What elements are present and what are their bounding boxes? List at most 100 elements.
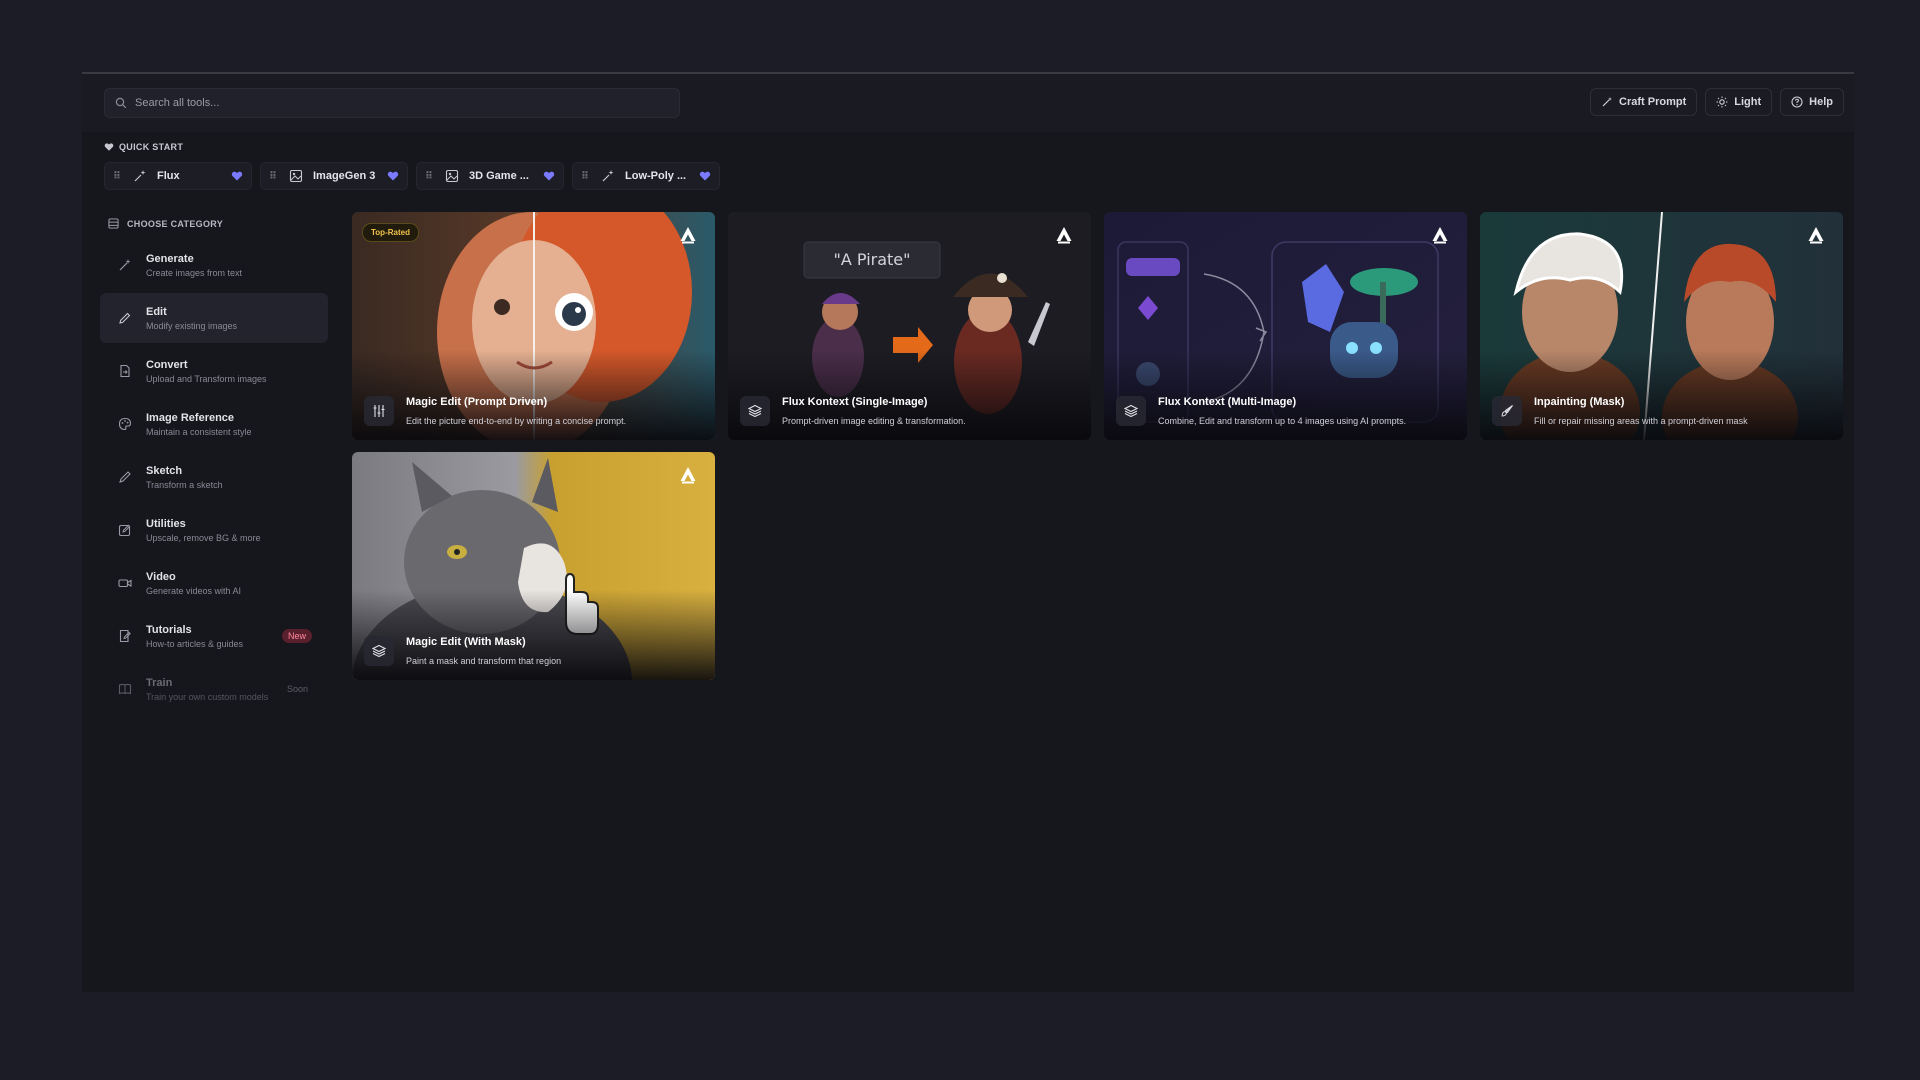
drag-handle-icon[interactable]: ⠿ xyxy=(581,171,595,182)
brand-logo-icon xyxy=(1808,227,1824,244)
soon-badge: Soon xyxy=(286,684,308,694)
light-mode-label: Light xyxy=(1734,96,1762,108)
quick-item-low-poly[interactable]: ⠿ Low-Poly ... xyxy=(572,162,720,190)
favorite-heart-icon[interactable] xyxy=(699,170,711,182)
sidebar-item-subtitle: Upload and Transform images xyxy=(146,373,267,384)
pen-icon xyxy=(119,471,131,483)
sidebar-item-image-reference[interactable]: Image Reference Maintain a consistent st… xyxy=(100,399,328,449)
sidebar-item-edit[interactable]: Edit Modify existing images xyxy=(100,293,328,343)
brand-logo-icon xyxy=(680,467,696,484)
palette-icon xyxy=(118,417,132,431)
favorite-heart-icon[interactable] xyxy=(543,170,555,182)
drag-handle-icon[interactable]: ⠿ xyxy=(425,171,439,182)
quick-item-name: ImageGen 3 xyxy=(313,170,376,182)
sidebar-item-title: Image Reference xyxy=(146,411,235,424)
sidebar-item-title: Sketch xyxy=(146,464,183,477)
quick-item-name: 3D Game ... xyxy=(469,170,529,182)
card-shade xyxy=(728,350,1091,440)
brush-icon xyxy=(1501,405,1513,417)
quick-item-imagegen3[interactable]: ⠿ ImageGen 3 xyxy=(260,162,408,190)
quick-start-heading: QUICK START xyxy=(104,142,183,152)
sidebar-item-convert[interactable]: Convert Upload and Transform images xyxy=(100,346,328,396)
card-shade xyxy=(1104,350,1467,440)
heart-icon xyxy=(104,143,114,151)
file-convert-icon xyxy=(120,364,130,378)
help-button[interactable]: Help xyxy=(1780,88,1844,116)
sliders-icon xyxy=(373,405,385,417)
sun-icon xyxy=(1716,96,1728,108)
sidebar-item-subtitle: Transform a sketch xyxy=(146,479,223,490)
sidebar-item-subtitle: Create images from text xyxy=(146,267,243,278)
sidebar-item-video[interactable]: Video Generate videos with AI xyxy=(100,558,328,608)
top-actions: Craft Prompt Light Help xyxy=(1590,88,1844,116)
layers-icon xyxy=(748,404,762,418)
sparkle-icon xyxy=(602,170,614,182)
sidebar-item-sketch[interactable]: Sketch Transform a sketch xyxy=(100,452,328,502)
card-type-icon xyxy=(364,396,394,426)
card-title: Flux Kontext (Single-Image) xyxy=(782,396,928,408)
sidebar-item-title: Generate xyxy=(146,252,194,265)
sidebar-item-subtitle: Upscale, remove BG & more xyxy=(146,532,261,543)
sidebar-item-subtitle: Maintain a consistent style xyxy=(146,426,252,437)
sidebar-item-subtitle: Modify existing images xyxy=(146,320,238,331)
tool-card-inpainting-mask[interactable]: Inpainting (Mask) Fill or repair missing… xyxy=(1480,212,1843,440)
favorite-heart-icon[interactable] xyxy=(387,170,399,182)
tool-card-flux-kontext-single[interactable]: "A Pirate" Flux Kontext (Single-Image) P… xyxy=(728,212,1091,440)
sidebar-item-train: Train Train your own custom models Soon xyxy=(100,664,328,714)
light-mode-button[interactable]: Light xyxy=(1705,88,1773,116)
card-shade xyxy=(1480,350,1843,440)
card-description: Paint a mask and transform that region xyxy=(406,656,562,666)
sidebar-item-subtitle: Train your own custom models xyxy=(146,691,269,702)
card-title: Magic Edit (With Mask) xyxy=(406,636,526,648)
card-type-icon xyxy=(1492,396,1522,426)
quick-item-name: Low-Poly ... xyxy=(625,170,687,182)
top-rated-badge: Top-Rated xyxy=(362,223,419,242)
drag-handle-icon[interactable]: ⠿ xyxy=(269,171,283,182)
quick-item-3d-game[interactable]: ⠿ 3D Game ... xyxy=(416,162,564,190)
tool-card-magic-edit-prompt[interactable]: Top-Rated Magic Edit (Prompt Driven) Edi… xyxy=(352,212,715,440)
magic-wand-icon xyxy=(119,259,131,271)
search-box[interactable] xyxy=(104,88,680,118)
edit-square-icon xyxy=(118,524,131,537)
search-input[interactable] xyxy=(135,97,655,109)
sidebar-item-tutorials[interactable]: Tutorials How-to articles & guides New xyxy=(100,611,328,661)
tool-card-flux-kontext-multi[interactable]: Flux Kontext (Multi-Image) Combine, Edit… xyxy=(1104,212,1467,440)
craft-prompt-button[interactable]: Craft Prompt xyxy=(1590,88,1698,116)
sidebar-item-utilities[interactable]: Utilities Upscale, remove BG & more xyxy=(100,505,328,555)
sidebar-item-title: Tutorials xyxy=(146,623,192,636)
card-description: Prompt-driven image editing & transforma… xyxy=(782,416,966,426)
pirate-prompt-text: "A Pirate" xyxy=(833,250,911,269)
quick-item-name: Flux xyxy=(157,170,180,182)
favorite-heart-icon[interactable] xyxy=(231,170,243,182)
card-type-icon xyxy=(740,396,770,426)
book-edit-icon xyxy=(119,629,131,643)
quick-item-flux[interactable]: ⠿ Flux xyxy=(104,162,252,190)
brand-logo-icon xyxy=(1056,227,1072,244)
category-sidebar: Generate Create images from text Edit Mo… xyxy=(100,240,328,717)
new-badge: New xyxy=(281,629,312,643)
card-shade xyxy=(352,590,715,680)
choose-category-heading: CHOOSE CATEGORY xyxy=(108,218,223,229)
tool-card-magic-edit-mask[interactable]: Magic Edit (With Mask) Paint a mask and … xyxy=(352,452,715,680)
card-title: Flux Kontext (Multi-Image) xyxy=(1158,396,1297,408)
sidebar-item-subtitle: Generate videos with AI xyxy=(146,585,242,596)
layers-icon xyxy=(1124,404,1138,418)
card-description: Fill or repair missing areas with a prom… xyxy=(1534,416,1748,426)
card-type-icon xyxy=(1116,396,1146,426)
card-shade xyxy=(352,350,715,440)
quick-start-list: ⠿ Flux ⠿ ImageGen 3 ⠿ 3D Game ... ⠿ Low-… xyxy=(104,162,720,190)
sidebar-item-title: Convert xyxy=(146,358,188,371)
brand-logo-icon xyxy=(680,227,696,244)
card-description: Combine, Edit and transform up to 4 imag… xyxy=(1158,416,1407,426)
sidebar-item-title: Edit xyxy=(146,305,167,318)
sidebar-item-generate[interactable]: Generate Create images from text xyxy=(100,240,328,290)
search-icon xyxy=(115,97,127,109)
layers-icon xyxy=(372,644,386,658)
top-bar: Craft Prompt Light xyxy=(82,74,1854,132)
card-title: Inpainting (Mask) xyxy=(1534,396,1625,408)
drag-handle-icon[interactable]: ⠿ xyxy=(113,171,127,182)
sidebar-item-title: Video xyxy=(146,570,176,583)
sidebar-item-title: Utilities xyxy=(146,517,186,530)
craft-prompt-label: Craft Prompt xyxy=(1619,96,1687,108)
choose-category-label: CHOOSE CATEGORY xyxy=(127,218,224,229)
